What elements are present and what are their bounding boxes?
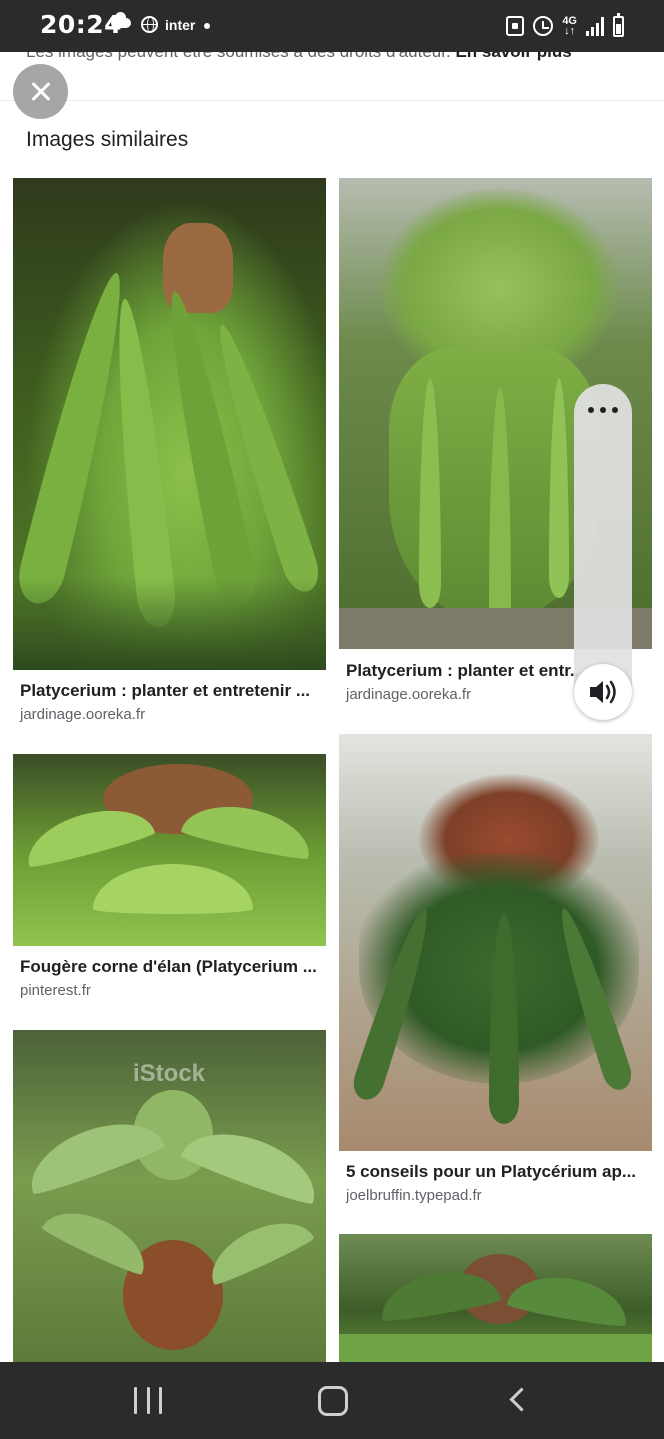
result-card[interactable]: 5 conseils pour un Platycérium ap... joe…: [339, 734, 652, 1204]
result-source: jardinage.ooreka.fr: [346, 686, 472, 703]
result-source: pinterest.fr: [20, 982, 91, 999]
carrier-name: inter: [165, 17, 196, 33]
result-card[interactable]: iStock: [13, 1030, 326, 1362]
section-title: Images similaires: [26, 128, 189, 151]
alarm-icon: [533, 16, 554, 36]
battery-icon: [613, 12, 624, 37]
result-thumbnail[interactable]: iStock: [13, 1030, 326, 1362]
more-icon[interactable]: [588, 402, 618, 418]
recents-icon[interactable]: [134, 1387, 162, 1414]
side-control-panel[interactable]: [574, 384, 632, 720]
close-button[interactable]: [13, 64, 68, 119]
dot-icon: [204, 23, 210, 29]
result-title[interactable]: 5 conseils pour un Platycérium ap...: [346, 1162, 646, 1182]
volume-icon: [590, 680, 616, 704]
volume-button[interactable]: [574, 664, 632, 720]
result-source: joelbruffin.typepad.fr: [346, 1187, 482, 1204]
status-time: 20:24: [40, 10, 123, 39]
divider: [0, 100, 664, 101]
navigation-bar: [0, 1362, 664, 1439]
signal-icon: [586, 16, 604, 36]
cloud-icon: [111, 12, 131, 28]
status-icons: 4G ↓↑: [506, 12, 624, 39]
result-thumbnail[interactable]: [13, 178, 326, 670]
result-title[interactable]: Platycerium : planter et entretenir ...: [20, 681, 320, 701]
result-card[interactable]: [339, 1234, 652, 1362]
result-thumbnail[interactable]: [13, 754, 326, 946]
screenshot-icon: [506, 16, 525, 36]
result-source: jardinage.ooreka.fr: [20, 706, 146, 723]
result-thumbnail[interactable]: [339, 1234, 652, 1362]
globe-icon: [141, 16, 158, 33]
result-thumbnail[interactable]: [339, 734, 652, 1151]
status-bar: 20:24 inter 4G ↓↑: [0, 0, 664, 52]
network-type: 4G ↓↑: [562, 15, 577, 37]
home-icon[interactable]: [318, 1386, 348, 1416]
result-card[interactable]: Platycerium : planter et entretenir ... …: [13, 178, 326, 738]
result-card[interactable]: Fougère corne d'élan (Platycerium ... pi…: [13, 754, 326, 1004]
back-icon[interactable]: [509, 1387, 534, 1412]
result-title[interactable]: Fougère corne d'élan (Platycerium ...: [20, 957, 320, 977]
watermark: iStock: [133, 1060, 206, 1087]
network-label: 4G: [562, 15, 577, 27]
